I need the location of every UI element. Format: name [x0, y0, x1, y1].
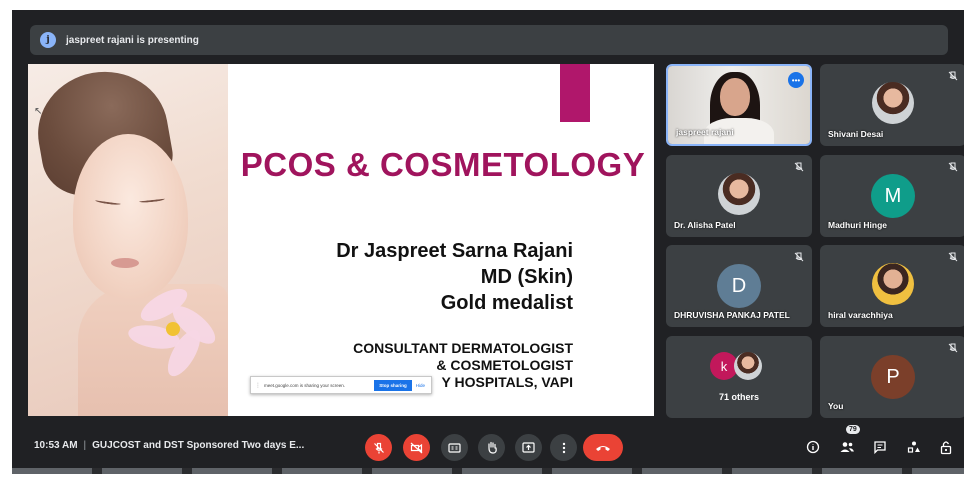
slide-title: PCOS & COSMETOLOGY: [240, 146, 646, 183]
presenter-avatar-icon: j: [40, 32, 56, 48]
mic-off-icon: [794, 162, 804, 172]
avatar: [872, 263, 914, 305]
participant-name: Dr. Alisha Patel: [674, 220, 736, 230]
mic-off-icon: [948, 162, 958, 172]
mic-off-icon: [948, 71, 958, 81]
avatar: [734, 352, 762, 380]
hide-button[interactable]: Hide: [416, 383, 425, 388]
participant-tile-jaspreet-rajani[interactable]: ••• jaspreet rajani: [666, 64, 812, 146]
raise-hand-button[interactable]: [478, 434, 505, 461]
camera-off-icon: [410, 442, 423, 453]
participant-tile-shivani-desai[interactable]: Shivani Desai: [820, 64, 964, 146]
camera-button[interactable]: [403, 434, 430, 461]
others-count: 71 others: [718, 392, 760, 402]
stop-sharing-button[interactable]: Stop sharing: [374, 379, 412, 391]
participant-tile-madhuri-hinge[interactable]: M Madhuri Hinge: [820, 155, 964, 237]
participant-count-badge: 79: [846, 425, 860, 434]
share-message: meet.google.com is sharing your screen.: [264, 382, 346, 388]
participant-name: Shivani Desai: [828, 129, 884, 139]
meeting-details[interactable]: 10:53 AM | GUJCOST and DST Sponsored Two d…: [34, 440, 304, 451]
presenting-text: jaspreet rajani is presenting: [66, 34, 199, 46]
drag-handle-icon[interactable]: ⋮: [255, 382, 261, 389]
microphone-button[interactable]: [365, 434, 392, 461]
participant-name: hiral varachhiya: [828, 310, 893, 320]
activities-icon: [907, 441, 920, 453]
more-icon: [562, 442, 565, 453]
mic-off-icon: [948, 343, 958, 353]
meet-window: j jaspreet rajani is presenting ↖ PCOS &…: [12, 10, 964, 474]
leave-call-button[interactable]: [583, 434, 623, 461]
presenting-banner: j jaspreet rajani is presenting: [30, 25, 948, 55]
participant-name: DHRUVISHA PANKAJ PATEL: [674, 310, 790, 320]
host-controls-button[interactable]: [937, 438, 955, 456]
info-icon: [806, 440, 820, 454]
participant-name: Madhuri Hinge: [828, 220, 888, 230]
host-controls-icon: [940, 440, 952, 454]
clock-time: 10:53 AM: [34, 440, 78, 451]
mic-off-icon: [948, 252, 958, 262]
chat-button[interactable]: [871, 438, 889, 456]
participant-tile-you[interactable]: P You: [820, 336, 964, 418]
slide-photo: [28, 64, 228, 416]
shared-screen: ↖ PCOS & COSMETOLOGY Dr Jaspreet Sarna R…: [28, 64, 654, 416]
meeting-info-button[interactable]: [804, 438, 822, 456]
mouse-cursor-icon: ↖: [34, 106, 43, 117]
slide-accent-bar: [560, 64, 590, 122]
participant-tile-alisha-patel[interactable]: Dr. Alisha Patel: [666, 155, 812, 237]
captions-icon: [448, 442, 461, 453]
present-icon: [522, 442, 535, 453]
avatar: [718, 173, 760, 215]
chat-icon: [874, 441, 886, 454]
avatar: M: [871, 174, 915, 218]
participant-name: jaspreet rajani: [676, 127, 734, 137]
activities-button[interactable]: [905, 438, 923, 456]
participant-tile-hiral-varachhiya[interactable]: hiral varachhiya: [820, 245, 964, 327]
presenter-credentials: Dr Jaspreet Sarna Rajani MD (Skin) Gold …: [336, 240, 573, 314]
meeting-title: GUJCOST and DST Sponsored Two days E...: [92, 440, 305, 451]
mic-off-icon: [373, 442, 384, 453]
screen-share-notification: ⋮ meet.google.com is sharing your screen…: [250, 376, 432, 394]
people-button[interactable]: [838, 438, 856, 456]
mic-off-icon: [794, 252, 804, 262]
participant-name: You: [828, 401, 844, 411]
participant-tile-others[interactable]: k 71 others: [666, 336, 812, 418]
participant-tile-dhruvisha-patel[interactable]: D DHRUVISHA PANKAJ PATEL: [666, 245, 812, 327]
more-options-button[interactable]: [550, 434, 577, 461]
raise-hand-icon: [487, 441, 497, 454]
avatar: D: [717, 264, 761, 308]
people-icon: [840, 442, 854, 452]
captions-button[interactable]: [441, 434, 468, 461]
end-call-icon: [596, 445, 610, 451]
avatar: P: [871, 355, 915, 399]
more-options-icon[interactable]: •••: [788, 72, 804, 88]
avatar: [872, 82, 914, 124]
bottom-toolbar: 10:53 AM | GUJCOST and DST Sponsored Two d…: [12, 424, 964, 468]
present-button[interactable]: [515, 434, 542, 461]
